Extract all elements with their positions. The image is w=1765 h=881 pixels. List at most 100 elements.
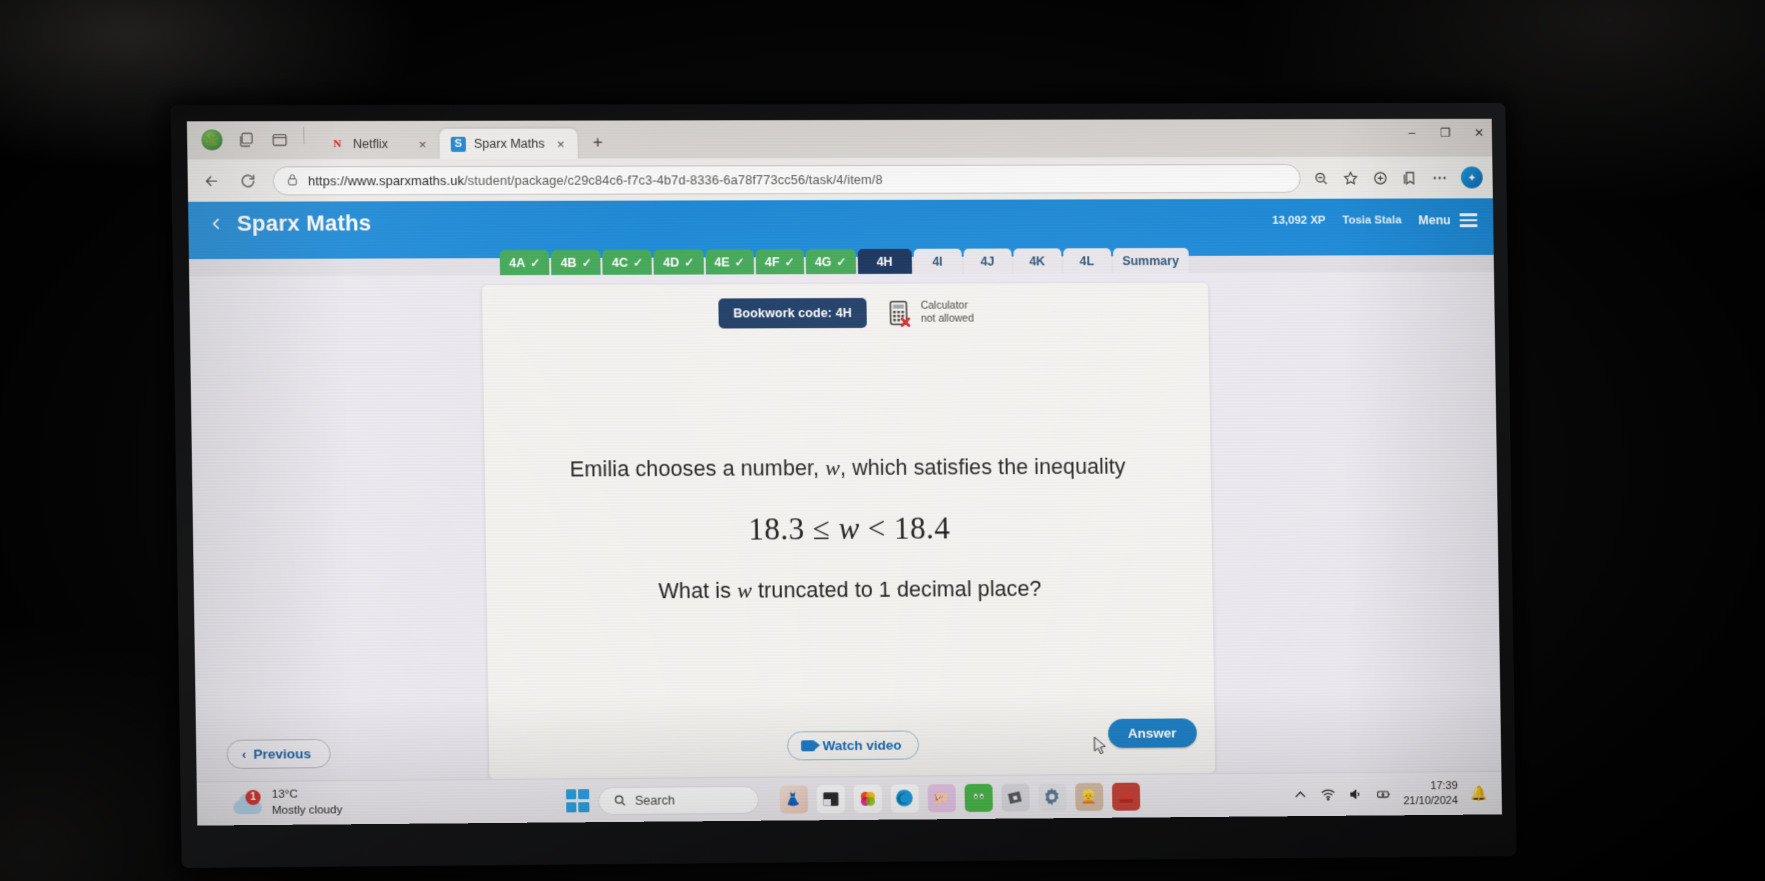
bell-icon[interactable]: 🔔 [1471,785,1488,802]
settings-gear-icon[interactable] [1037,782,1067,811]
chevron-up-icon[interactable] [1292,787,1307,802]
task-tab-label: 4E [714,254,730,269]
photos-icon[interactable]: 👱 [1074,782,1103,811]
copilot-icon[interactable]: ✦ [1460,166,1483,189]
weather-condition: Mostly cloudy [271,803,343,817]
url-path: /student/package/c29c84c6-f7c3-4b7d-8336… [463,171,883,188]
task-tab-4e[interactable]: 4E ✓ [705,249,754,275]
math-variable-w: w [736,577,753,603]
question-statement-line-2: What is w truncated to 1 decimal place? [658,576,1041,604]
office-icon[interactable] [853,784,882,813]
red-app-icon[interactable] [1111,782,1140,811]
inequality-expression: 18.3 ≤ w < 18.4 [748,510,951,547]
task-tab-label: 4K [1029,253,1046,268]
task-tab-4h[interactable]: 4H [857,248,912,274]
question-statement-line-1: Emilia chooses a number, w, which satisf… [570,454,1126,483]
laptop-screen: 🌿 N Netflix × S Sparx Maths × + – ❐ ✕ ht… [170,102,1517,868]
task-tab-label: 4A [509,255,526,270]
sparx-header-right: 13,092 XP Tosia Stala Menu [1272,213,1478,228]
question-area: Bookwork code: 4H Calculator not allowed… [189,272,1501,781]
task-tab-4g[interactable]: 4G ✓ [805,248,856,275]
profile-avatar-icon[interactable]: 🌿 [201,129,223,151]
maximize-button[interactable]: ❐ [1438,126,1452,140]
task-tab-4i[interactable]: 4I [913,248,962,274]
taskbar-clock[interactable]: 17:39 21/10/2024 [1403,779,1458,808]
url-bar[interactable]: https://www.sparxmaths.uk/student/packag… [272,163,1301,196]
task-tab-4c[interactable]: 4C ✓ [602,249,653,275]
minimize-button[interactable]: – [1405,126,1419,140]
battery-icon[interactable] [1376,787,1391,802]
clothes-app-icon[interactable]: 👗 [779,784,808,814]
page-title: Sparx Maths [236,210,372,236]
task-tab-label: Summary [1122,253,1180,268]
math-variable-w: w [824,455,841,481]
task-tab-4a[interactable]: 4A ✓ [500,249,550,276]
edge-browser-window: 🌿 N Netflix × S Sparx Maths × + – ❐ ✕ ht… [186,118,1503,826]
check-icon: ✓ [784,254,795,269]
task-tab-4l[interactable]: 4L [1062,248,1112,274]
task-tab-4f[interactable]: 4F ✓ [755,249,804,275]
task-tab-label: 4F [764,254,780,269]
netflix-icon: N [333,138,342,151]
watch-video-label: Watch video [822,737,902,754]
xp-counter: 13,092 XP [1272,214,1326,227]
tab-title: Netflix [352,136,389,152]
close-window-button[interactable]: ✕ [1472,126,1486,140]
favorites-bar-icon[interactable] [1402,169,1419,186]
task-tab-summary[interactable]: Summary [1112,247,1189,274]
weather-widget[interactable]: 1 13°C Mostly cloudy [205,787,343,819]
watch-video-button[interactable]: Watch video [786,730,919,761]
browser-tab-strip: 🌿 N Netflix × S Sparx Maths × + – ❐ ✕ [186,118,1493,160]
tab-actions-icon[interactable] [237,131,256,148]
reload-icon[interactable] [232,165,263,195]
search-input[interactable]: Search [597,785,759,815]
edge-browser-icon[interactable] [890,783,919,813]
collections-icon[interactable] [1372,169,1389,186]
browser-tab-sparx-maths[interactable]: S Sparx Maths × [439,128,578,159]
new-tab-button[interactable]: + [584,129,613,157]
divider [303,127,305,145]
tab-strip-leading-icons: 🌿 [195,127,319,159]
answer-button[interactable]: Answer [1107,718,1197,748]
calculator-not-allowed-icon [889,299,913,327]
task-tab-list: 4A ✓ 4B ✓ 4C ✓ 4D ✓ 4E ✓ 4F ✓ 4G ✓ 4H 4I… [188,242,1494,277]
cloud-icon: 1 [233,789,264,815]
windows-start-icon[interactable] [565,789,589,813]
chevron-left-icon[interactable] [198,207,233,241]
calculator-line-1: Calculator [920,299,968,312]
chevron-left-icon: ‹ [241,746,247,762]
wifi-icon[interactable] [1320,787,1335,802]
settings-more-icon[interactable] [1431,169,1448,186]
close-icon[interactable]: × [414,136,430,152]
back-icon[interactable] [196,165,227,195]
task-tab-label: 4I [932,254,943,269]
zoom-out-icon[interactable] [1312,169,1329,186]
file-explorer-icon[interactable] [816,784,845,813]
lock-icon [286,173,299,187]
search-placeholder: Search [634,792,675,808]
photo-of-laptop-screen: 🌿 N Netflix × S Sparx Maths × + – ❐ ✕ ht… [0,0,1765,881]
pink-game-icon[interactable]: 🐖 [927,783,956,812]
task-tab-4j[interactable]: 4J [963,248,1012,274]
video-camera-icon [800,740,815,752]
task-tab-4d[interactable]: 4D ✓ [653,249,704,275]
math-right: < 18.4 [859,510,951,546]
close-icon[interactable]: × [552,136,568,152]
task-tab-label: 4G [814,254,832,269]
menu-label: Menu [1418,213,1451,228]
split-screen-icon[interactable] [270,131,289,148]
previous-button[interactable]: ‹ Previous [226,739,331,769]
browser-tab-netflix[interactable]: N Netflix × [318,129,439,159]
check-icon: ✓ [684,255,695,270]
tab-title: Sparx Maths [473,136,545,151]
menu-button[interactable]: Menu [1418,213,1478,228]
task-tab-4b[interactable]: 4B ✓ [551,249,602,276]
url-text: https://www.sparxmaths.uk/student/packag… [308,171,883,187]
url-host: https://www.sparxmaths.uk [307,172,465,188]
favorite-star-icon[interactable] [1342,169,1359,186]
roblox-icon[interactable] [1000,783,1030,812]
volume-icon[interactable] [1348,787,1363,802]
taskbar-app-icons: 👗 🐖 👱 [779,782,1140,814]
task-tab-4k[interactable]: 4K [1013,248,1062,274]
green-face-icon[interactable] [964,783,993,812]
